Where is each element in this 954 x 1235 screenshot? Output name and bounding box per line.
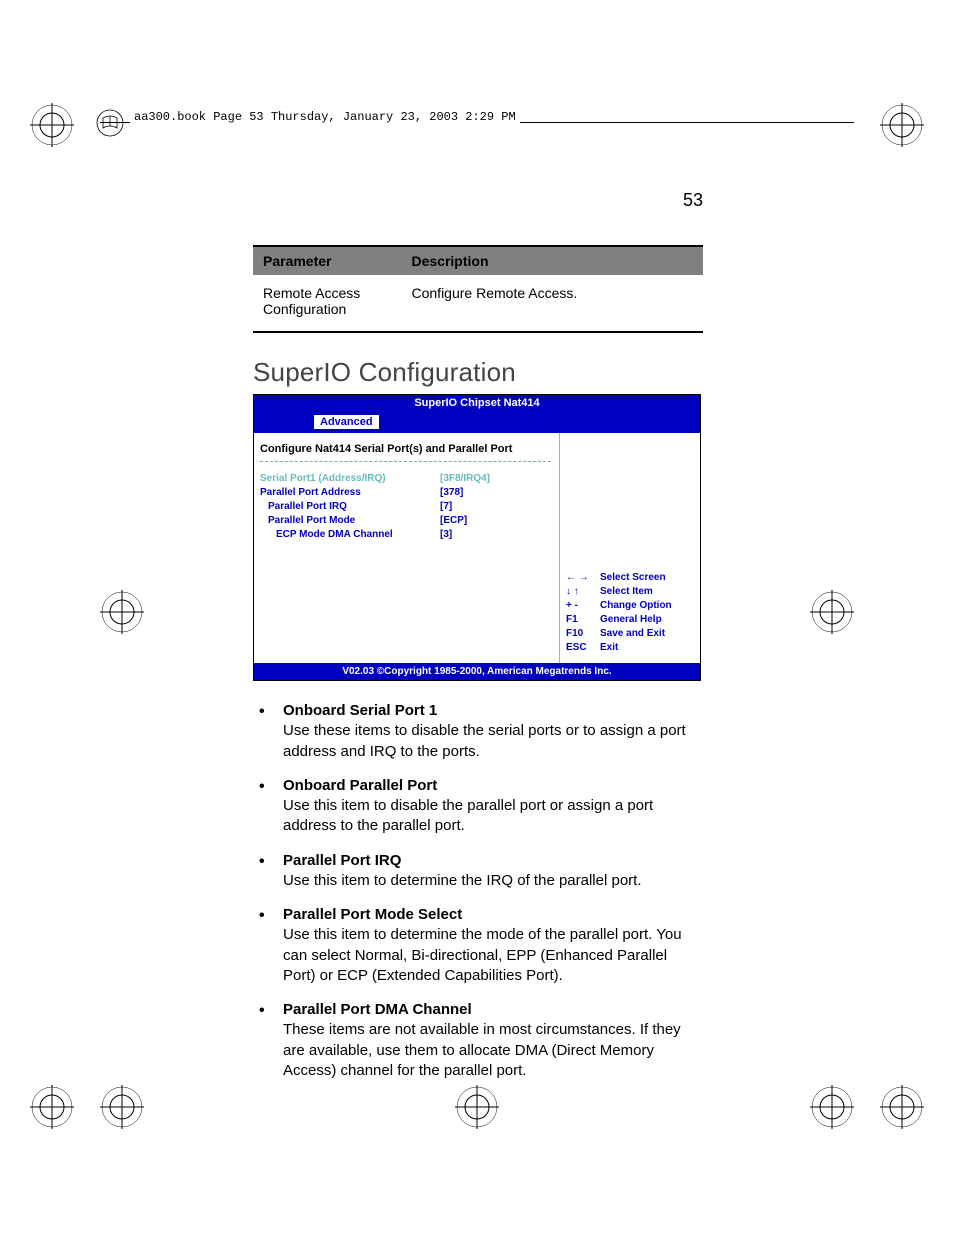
header-breadcrumb: aa300.book Page 53 Thursday, January 23,… [130, 110, 520, 124]
bios-item: ECP Mode DMA Channel [3] [260, 528, 551, 542]
bios-item-value: [3F8/IRQ4] [440, 472, 490, 486]
bullet-body: Use this item to determine the IRQ of th… [283, 872, 642, 889]
list-item: Onboard Parallel Port Use this item to d… [253, 776, 703, 837]
description-list: Onboard Serial Port 1 Use these items to… [253, 701, 703, 1081]
table-row: Remote Access Configuration Configure Re… [253, 275, 703, 332]
bios-help-key: + - [566, 599, 600, 613]
bios-item-value: [ECP] [440, 514, 467, 528]
bios-item-label: Parallel Port Mode [260, 514, 440, 528]
bios-item: Parallel Port Address [378] [260, 486, 551, 500]
crop-mark-icon [880, 103, 924, 147]
list-item: Parallel Port IRQ Use this item to deter… [253, 851, 703, 892]
bios-footer: V02.03 ©Copyright 1985-2000, American Me… [254, 663, 700, 680]
bios-item-label: Serial Port1 (Address/IRQ) [260, 472, 440, 486]
bios-help-key: F10 [566, 627, 600, 641]
bullet-title: Onboard Serial Port 1 [283, 701, 703, 721]
bios-tab-advanced: Advanced [314, 415, 379, 429]
section-heading: SuperIO Configuration [253, 357, 703, 388]
bullet-title: Parallel Port IRQ [283, 851, 703, 871]
bullet-title: Onboard Parallel Port [283, 776, 703, 796]
bullet-title: Parallel Port DMA Channel [283, 1000, 703, 1020]
crop-mark-icon [100, 590, 144, 634]
bios-tabbar: Advanced [254, 411, 700, 433]
bios-help-row: ↓ ↑Select Item [566, 585, 694, 599]
page-number: 53 [253, 190, 703, 211]
bios-divider [260, 461, 551, 462]
table-cell-desc: Configure Remote Access. [402, 275, 704, 332]
bios-help-row: F1General Help [566, 613, 694, 627]
bios-help-label: Exit [600, 641, 618, 655]
bios-help-row: ← →Select Screen [566, 571, 694, 585]
crop-mark-icon [810, 590, 854, 634]
table-header-description: Description [402, 246, 704, 275]
bios-item-label: Parallel Port IRQ [260, 500, 440, 514]
table-header-parameter: Parameter [253, 246, 402, 275]
crop-mark-icon [30, 103, 74, 147]
bios-item-value: [3] [440, 528, 452, 542]
bullet-title: Parallel Port Mode Select [283, 905, 703, 925]
list-item: Parallel Port Mode Select Use this item … [253, 905, 703, 986]
bios-item-label: Parallel Port Address [260, 486, 440, 500]
bullet-body: Use this item to determine the mode of t… [283, 926, 682, 984]
crop-mark-icon [880, 1085, 924, 1129]
parameter-table: Parameter Description Remote Access Conf… [253, 245, 703, 333]
bios-help-row: ESCExit [566, 641, 694, 655]
bios-help-label: General Help [600, 613, 662, 627]
bios-screenshot: SuperIO Chipset Nat414 Advanced Configur… [253, 394, 701, 681]
crop-mark-icon [30, 1085, 74, 1129]
list-item: Parallel Port DMA Channel These items ar… [253, 1000, 703, 1081]
bios-item: Parallel Port Mode [ECP] [260, 514, 551, 528]
bios-help-key: F1 [566, 613, 600, 627]
bios-help-label: Select Screen [600, 571, 666, 585]
bios-item-value: [378] [440, 486, 463, 500]
table-cell-param: Remote Access Configuration [253, 275, 402, 332]
bios-help-label: Select Item [600, 585, 653, 599]
bios-help-row: + -Change Option [566, 599, 694, 613]
bios-item: Serial Port1 (Address/IRQ) [3F8/IRQ4] [260, 472, 551, 486]
bios-left-heading: Configure Nat414 Serial Port(s) and Para… [260, 443, 551, 455]
bios-help-label: Change Option [600, 599, 672, 613]
bios-item: Parallel Port IRQ [7] [260, 500, 551, 514]
bios-title: SuperIO Chipset Nat414 [254, 395, 700, 411]
bullet-body: These items are not available in most ci… [283, 1021, 681, 1079]
bios-help-row: F10Save and Exit [566, 627, 694, 641]
crop-mark-icon [100, 1085, 144, 1129]
bullet-body: Use this item to disable the parallel po… [283, 797, 653, 834]
bios-item-value: [7] [440, 500, 452, 514]
bios-item-label: ECP Mode DMA Channel [260, 528, 440, 542]
list-item: Onboard Serial Port 1 Use these items to… [253, 701, 703, 762]
book-icon [95, 108, 125, 138]
crop-mark-icon [810, 1085, 854, 1129]
bios-help-panel: ← →Select Screen ↓ ↑Select Item + -Chang… [559, 433, 700, 663]
bios-help-label: Save and Exit [600, 627, 665, 641]
bios-help-key: ← → [566, 571, 600, 585]
bullet-body: Use these items to disable the serial po… [283, 722, 686, 759]
bios-help-key: ↓ ↑ [566, 585, 600, 599]
bios-help-key: ESC [566, 641, 600, 655]
